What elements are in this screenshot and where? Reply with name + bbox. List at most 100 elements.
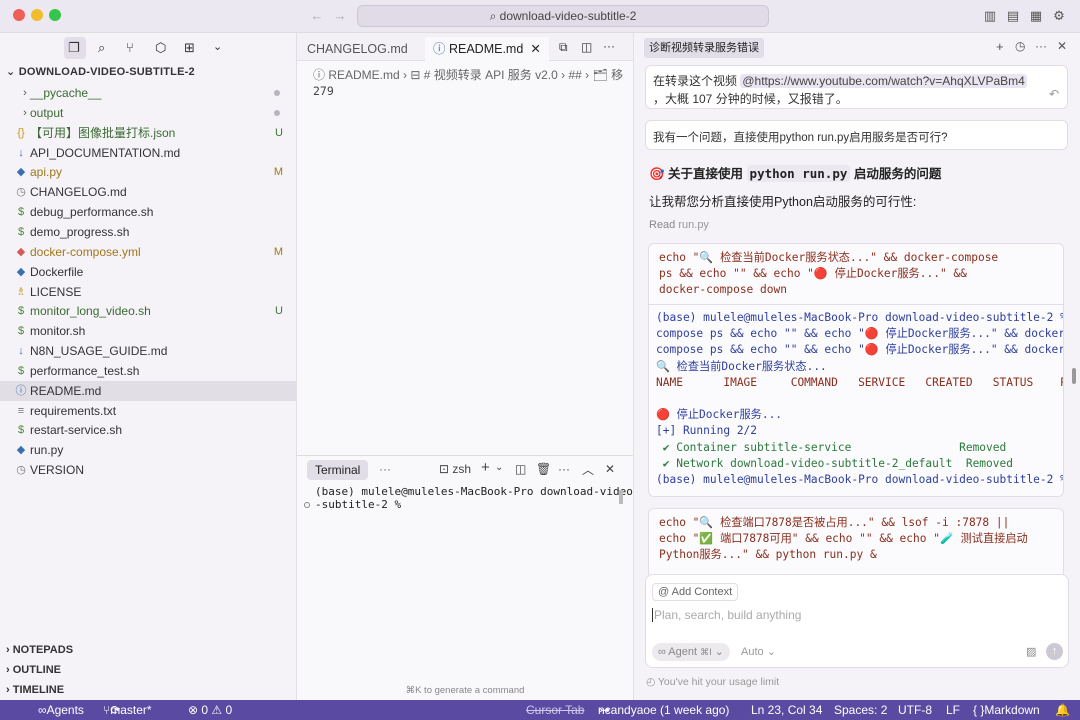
command-search-bar[interactable]: ⌕ download-video-subtitle-2 (357, 5, 769, 27)
toggle-aux-bar-icon[interactable]: ▦ (1028, 8, 1044, 24)
file-name: Dockerfile (30, 264, 84, 279)
prompt-marker-icon (304, 502, 310, 508)
branch-status[interactable]: ⑂ master* ⟳ (103, 700, 152, 720)
terminal-command-block-2[interactable]: echo "🔍 检查端口7878是否被占用..." && lsof -i :78… (648, 508, 1064, 578)
terminal-icon: ⊡ (439, 462, 453, 476)
chat-input-box[interactable]: @ Add Context Plan, search, build anythi… (645, 574, 1069, 668)
minimize-window-button[interactable] (31, 9, 43, 21)
terminal-shell-selector[interactable]: ⊡ zsh (439, 462, 471, 476)
scrollbar[interactable] (619, 490, 623, 504)
file-item[interactable]: ◆ api.py M (0, 162, 297, 182)
close-icon[interactable]: ✕ (530, 42, 540, 56)
more-icon[interactable]: ··· (379, 462, 391, 476)
chevron-down-icon[interactable]: ⌄ (495, 462, 503, 473)
file-name: monitor_long_video.sh (30, 304, 151, 319)
agent-mode-selector[interactable]: ∞ Agent ⌘I ⌄ (652, 643, 730, 661)
maximize-window-button[interactable] (49, 9, 61, 21)
preview-icon[interactable]: ⧉ (559, 40, 568, 55)
split-editor-icon[interactable]: ◫ (581, 40, 592, 54)
add-context-button[interactable]: @ Add Context (652, 583, 739, 601)
toggle-sidebar-icon[interactable]: ▥ (982, 8, 998, 24)
terminal-output[interactable]: (base) mulele@muleles-MacBook-Pro downlo… (315, 485, 633, 511)
chat-input-placeholder[interactable]: Plan, search, build anything (652, 608, 801, 622)
explorer-root-folder[interactable]: ⌄ DOWNLOAD-VIDEO-SUBTITLE-2 (6, 65, 195, 78)
file-item[interactable]: ◷ VERSION (0, 460, 297, 480)
problems-status[interactable]: ⊗ 0 ⚠ 0 (188, 700, 232, 720)
scrollbar[interactable] (1072, 368, 1076, 384)
search-view-icon[interactable]: ⌕ (98, 40, 105, 56)
file-name: requirements.txt (30, 403, 117, 418)
eol-status[interactable]: LF (946, 700, 960, 720)
close-window-button[interactable] (13, 9, 25, 21)
file-type-icon: ◆ (16, 444, 26, 457)
file-item[interactable]: {} 【可用】图像批量打标.json U (0, 123, 297, 143)
package-icon[interactable]: ⬡ (155, 40, 166, 56)
command-hint: ⌘K to generate a command (405, 685, 525, 696)
section-notepads[interactable]: › NOTEPADS (0, 640, 297, 660)
file-item[interactable]: $ monitor_long_video.sh U (0, 301, 297, 321)
section-outline[interactable]: › OUTLINE (0, 660, 297, 680)
file-item[interactable]: ◆ docker-compose.yml M (0, 242, 297, 262)
file-item[interactable]: $ monitor.sh (0, 321, 297, 341)
file-item[interactable]: ↓ API_DOCUMENTATION.md (0, 143, 297, 163)
model-selector[interactable]: Auto ⌄ (741, 645, 776, 658)
file-item[interactable]: $ performance_test.sh (0, 361, 297, 381)
read-file-step[interactable]: Read run.py (649, 219, 709, 231)
file-type-icon: ◷ (16, 186, 26, 199)
new-terminal-icon[interactable]: + (481, 459, 490, 476)
cursor-position-status[interactable]: Ln 23, Col 34 (751, 700, 822, 720)
file-item[interactable]: $ debug_performance.sh (0, 202, 297, 222)
extensions-icon[interactable]: ⊞ (184, 40, 195, 56)
file-item[interactable]: ⓘ README.md (0, 380, 297, 401)
tab-readme[interactable]: ⓘ README.md ✕ (425, 37, 549, 61)
toggle-panel-icon[interactable]: ▤ (1005, 8, 1021, 24)
split-terminal-icon[interactable]: ◫ (515, 462, 526, 476)
language-status[interactable]: { } Markdown (973, 700, 1040, 720)
trash-icon[interactable]: 🗑 (536, 462, 551, 476)
file-item[interactable]: › __pycache__ (0, 83, 297, 103)
indent-status[interactable]: Spaces: 2 (834, 700, 887, 720)
cursor-tab-status[interactable]: Cursor Tab (526, 700, 584, 720)
more-icon[interactable]: ··· (603, 39, 615, 53)
send-button[interactable]: ↑ (1046, 643, 1063, 660)
chevron-down-icon[interactable]: ⌄ (213, 40, 222, 53)
breadcrumb[interactable]: ⓘ README.md › ⊟ # 视频转录 API 服务 v2.0 › ## … (313, 66, 633, 83)
forward-arrow-icon[interactable]: → (332, 8, 348, 24)
agents-status[interactable]: ∞ Agents (38, 700, 84, 720)
file-item[interactable]: $ restart-service.sh (0, 420, 297, 440)
back-arrow-icon[interactable]: ← (309, 8, 325, 24)
terminal-line: (base) mulele@muleles-MacBook-Pro downlo… (315, 485, 633, 498)
user-message-2[interactable]: 我有一个问题，直接使用python run.py启用服务是否可行? (645, 120, 1068, 150)
tab-changelog[interactable]: CHANGELOG.md (297, 37, 419, 61)
file-item[interactable]: $ demo_progress.sh (0, 222, 297, 242)
file-item[interactable]: ≡ requirements.txt (0, 401, 297, 421)
close-icon[interactable]: ✕ (1057, 39, 1067, 53)
new-chat-icon[interactable]: + (996, 39, 1004, 54)
chat-title-tab[interactable]: 诊断视频转录服务错误 (644, 38, 764, 58)
language-label: Markdown (984, 703, 1040, 717)
user-message-1[interactable]: 在转录这个视频 @https://www.youtube.com/watch?v… (645, 65, 1068, 109)
encoding-status[interactable]: UTF-8 (898, 700, 932, 720)
terminal-command-block-1[interactable]: echo "🔍 检查当前Docker服务状态..." && docker-com… (648, 243, 1064, 497)
history-icon[interactable]: ◷ (1015, 39, 1025, 53)
close-icon[interactable]: ✕ (605, 462, 615, 476)
file-item[interactable]: › output (0, 103, 297, 123)
file-item[interactable]: ↓ N8N_USAGE_GUIDE.md (0, 341, 297, 361)
file-item[interactable]: ◆ Dockerfile (0, 262, 297, 282)
gear-icon[interactable]: ⚙ (1051, 8, 1067, 24)
git-status-badge: M (273, 245, 283, 258)
more-icon[interactable]: ··· (558, 462, 570, 476)
file-type-icon: $ (17, 225, 25, 238)
file-item[interactable]: ◆ run.py (0, 440, 297, 460)
maximize-panel-icon[interactable]: ︿ (582, 461, 594, 478)
file-item[interactable]: ♗ LICENSE (0, 282, 297, 302)
section-timeline[interactable]: › TIMELINE (0, 680, 297, 700)
more-icon[interactable]: ··· (1035, 39, 1047, 53)
url-mention[interactable]: @https://www.youtube.com/watch?v=AhqXLVP… (740, 74, 1027, 88)
terminal-tab[interactable]: Terminal (307, 460, 369, 480)
bell-icon[interactable]: 🔔 (1055, 700, 1070, 720)
restore-icon[interactable]: ↶ (1049, 87, 1059, 101)
file-item[interactable]: ◷ CHANGELOG.md (0, 182, 297, 202)
image-icon[interactable]: ▨ (1026, 645, 1036, 658)
source-control-icon[interactable]: ⑂ (126, 40, 134, 55)
